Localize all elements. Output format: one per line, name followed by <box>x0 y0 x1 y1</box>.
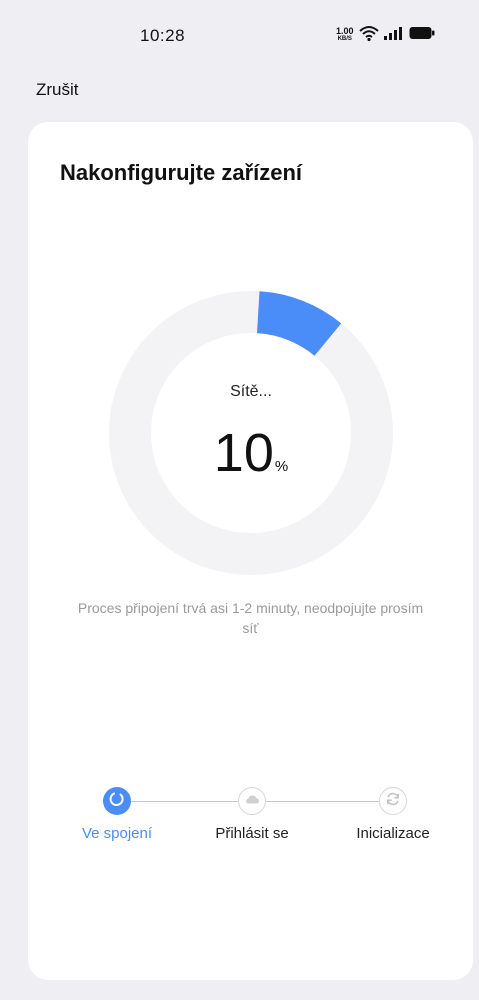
progress-ring: Sítě... 10% <box>106 288 396 578</box>
step-label-connecting: Ve spojení <box>81 825 153 842</box>
network-speed-unit: KB/S <box>337 36 352 42</box>
network-speed-value: 1.00 <box>336 26 354 36</box>
progress-percent: 10% <box>106 422 396 484</box>
step-login-dot <box>238 787 266 815</box>
refresh-icon <box>385 791 401 812</box>
setup-card: Nakonfigurujte zařízení Sítě... 10% Proc… <box>28 122 473 980</box>
connection-hint: Proces připojení trvá asi 1-2 minuty, ne… <box>77 600 424 636</box>
step-label-init: Inicializace <box>356 825 430 842</box>
wifi-icon <box>358 24 380 47</box>
page-title: Nakonfigurujte zařízení <box>60 160 303 185</box>
network-speed: 1.00 KB/S <box>336 27 354 43</box>
progress-status-text: Sítě... <box>230 383 272 400</box>
setup-stepper: Ve spojení Přihlásit se Inicializace <box>28 787 473 867</box>
step-label-login: Přihlásit se <box>215 825 289 842</box>
progress-unit: % <box>274 458 289 475</box>
loading-icon <box>109 791 125 812</box>
signal-icon <box>383 25 403 46</box>
battery-icon <box>409 26 435 45</box>
step-connector <box>131 801 238 802</box>
progress-fill <box>256 291 342 357</box>
cloud-icon <box>244 792 260 810</box>
status-icons: 1.00 KB/S <box>336 25 435 45</box>
progress-value: 10 <box>213 423 274 483</box>
status-time: 10:28 <box>140 26 186 45</box>
cancel-button[interactable]: Zrušit <box>36 80 79 100</box>
step-init-dot <box>379 787 407 815</box>
step-connector <box>266 801 379 802</box>
step-connecting-dot <box>103 787 131 815</box>
status-bar: 10:28 1.00 KB/S <box>0 0 479 76</box>
